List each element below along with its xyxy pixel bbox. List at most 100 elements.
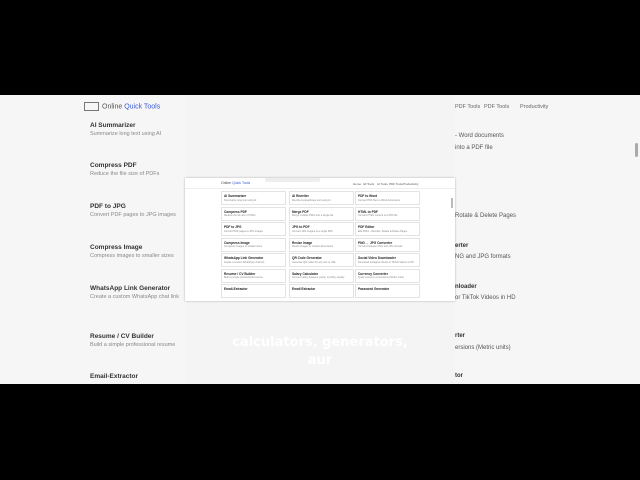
tool-card[interactable]: AI Summarizer Summarize long text using A…: [221, 191, 286, 205]
tool-card-desc: Convert HTML content to a PDF file: [358, 214, 398, 217]
background-nav-pdf-tools[interactable]: PDF Tools: [455, 104, 480, 110]
tool-card-title: WhatsApp Link Generator: [224, 256, 264, 260]
background-right-text: or TikTok Videos in HD: [455, 295, 516, 301]
tool-card-title: Currency Converter: [358, 271, 388, 276]
tool-card[interactable]: Merge PDF Merge multiple PDFs into a sing…: [289, 206, 354, 221]
tool-card-title: Compress PDF: [224, 209, 247, 214]
tool-card[interactable]: WhatsApp Link Generator Create a custom W…: [221, 253, 286, 267]
tool-card[interactable]: Social Video Downloader Download Instagra…: [355, 253, 420, 267]
background-tool-desc: Create a custom WhatsApp chat link: [90, 294, 179, 300]
background-right-text: NG and JPG formats: [455, 254, 511, 260]
tool-card-desc: Download Instagram Reels or TikTok Video…: [358, 260, 414, 264]
tool-card[interactable]: Compress Image Compress images to smaller…: [221, 237, 286, 252]
background-right-text: tor: [455, 373, 463, 379]
tool-card[interactable]: Email Extractor: [289, 284, 354, 298]
background-tool-item[interactable]: Compress Image Compress images to smaller…: [90, 244, 190, 259]
tool-card-title: Compress Image: [224, 240, 250, 245]
background-nav-productivity[interactable]: Productivity: [520, 104, 548, 110]
tool-card[interactable]: Resize Image Resize images to custom dime…: [289, 237, 354, 252]
tool-card[interactable]: PDF Editor Edit PDFs - Reorder, Rotate & …: [355, 222, 420, 236]
background-tool-title: PDF to JPG: [90, 203, 126, 210]
tool-card-title: Resize Image: [292, 240, 313, 245]
background-tool-item[interactable]: AI Summarizer Summarize long text using A…: [90, 122, 190, 137]
tool-card[interactable]: Currency Converter Quick currency convers…: [355, 268, 420, 283]
tool-card-desc: Convert PDF pages to JPG images: [224, 229, 264, 233]
background-right-text: nloader: [455, 284, 477, 290]
tool-card-title: AI Summarizer: [224, 194, 247, 198]
tool-card-title: Email Extractor: [292, 287, 316, 291]
background-scrollbar[interactable]: [635, 143, 638, 157]
background-right-text: Rotate & Delete Pages: [455, 213, 517, 219]
nav-ai-tools[interactable]: AI Tools: [377, 182, 388, 186]
tool-card-title: PDF to Word: [358, 194, 378, 198]
tool-card-desc: Compress images to smaller sizes: [224, 245, 263, 248]
tool-card-title: Merge PDF: [292, 209, 309, 214]
background-tool-item[interactable]: Compress PDF Reduce the file size of PDFs: [90, 162, 190, 177]
background-tool-desc: Summarize long text using AI: [90, 131, 162, 137]
tool-card-title: Salary Calculator: [292, 271, 319, 276]
background-right-text: - Word documents: [455, 133, 504, 139]
tool-card[interactable]: AI Rewriter Rewrite & paraphrase text usi…: [289, 191, 354, 205]
background-tool-title: WhatsApp Link Generator: [90, 285, 171, 292]
window-header: Online Quick Tools Home All Tools AI Too…: [185, 178, 455, 189]
tool-card[interactable]: PNG ↔ JPG Converter Convert between PNG a…: [355, 237, 420, 252]
background-tool-desc: Reduce the file size of PDFs: [90, 171, 160, 177]
background-tool-item[interactable]: PDF to JPG Convert PDF pages to JPG image…: [90, 203, 190, 218]
caption-line-1: calculators, generators,: [232, 335, 408, 350]
tool-card-desc: Quick currency conversions (Metric units…: [358, 276, 404, 279]
tool-card-title: Social Video Downloader: [358, 256, 397, 260]
window-scrollbar[interactable]: [451, 198, 453, 208]
background-tool-desc: Convert PDF pages to JPG images: [90, 212, 176, 218]
background-right-text: erter: [455, 243, 469, 249]
tool-card-title: PNG ↔ JPG Converter: [358, 240, 393, 245]
tool-card-desc: Summarize long text using AI: [224, 198, 257, 202]
background-tool-title: AI Summarizer: [90, 122, 136, 129]
caption-line-2: aur: [307, 353, 333, 368]
background-tool-title: Compress Image: [90, 244, 143, 251]
tool-card[interactable]: Salary Calculator Convert salary between …: [289, 268, 354, 283]
nav-pdf-tools[interactable]: PDF Tools: [389, 182, 403, 186]
tool-card-title: Password Generator: [358, 287, 390, 291]
tool-card[interactable]: QR Code Generator Generate QR codes for a…: [289, 253, 354, 267]
tool-card-title: Email-Extractor: [224, 287, 248, 291]
window-logo[interactable]: Online Quick Tools: [221, 181, 250, 185]
tool-card[interactable]: Compress PDF Reduce the file size of PDFs: [221, 206, 286, 221]
tool-card-desc: Reduce the file size of PDFs: [224, 214, 256, 217]
tool-card[interactable]: JPG to PDF Convert JPG images to a single…: [289, 222, 354, 236]
tool-card-title: JPG to PDF: [292, 225, 310, 229]
tool-card[interactable]: HTML to PDF Convert HTML content to a PDF…: [355, 206, 420, 221]
tool-card[interactable]: PDF to JPG Convert PDF pages to JPG image…: [221, 222, 286, 236]
tool-card-desc: Edit PDFs - Reorder, Rotate & Delete Pag…: [358, 229, 408, 233]
tool-card-title: HTML to PDF: [358, 209, 378, 214]
background-tool-item[interactable]: WhatsApp Link Generator Create a custom W…: [90, 285, 190, 300]
tool-card-desc: Convert salary between yearly, monthly, …: [292, 276, 345, 279]
tool-card-desc: Generate QR codes for any text or URL: [292, 260, 336, 264]
tool-card[interactable]: PDF to Word Convert PDF files to Word doc…: [355, 191, 420, 205]
background-right-text: into a PDF file: [455, 145, 493, 151]
background-nav-pdf-tools-2[interactable]: PDF Tools: [484, 104, 509, 110]
background-logo[interactable]: Online Quick Tools: [84, 102, 160, 111]
tool-card-desc: Build a simple professional resume: [224, 276, 263, 279]
tool-card-desc: Convert between PNG and JPG formats: [358, 245, 403, 248]
tool-card-desc: Convert JPG images to a single PDF: [292, 229, 333, 233]
tool-card[interactable]: Password Generator: [355, 284, 420, 298]
tool-card-desc: Create a custom WhatsApp chat link: [224, 260, 265, 264]
zoomed-out-tools-window: Online Quick Tools Home All Tools AI Too…: [185, 178, 455, 301]
tool-card-desc: Resize images to custom dimensions: [292, 245, 334, 248]
tool-card-desc: Convert PDF files to Word documents: [358, 198, 400, 202]
nav-home[interactable]: Home: [353, 182, 361, 186]
tool-card-title: PDF Editor: [358, 225, 375, 229]
tool-card[interactable]: Resume / CV Builder Build a simple profes…: [221, 268, 286, 283]
nav-all-tools[interactable]: All Tools: [363, 182, 374, 186]
tool-card[interactable]: Email-Extractor: [221, 284, 286, 298]
tool-card-title: QR Code Generator: [292, 256, 322, 260]
tool-card-title: PDF to JPG: [224, 225, 242, 229]
logo-icon: [84, 102, 99, 111]
tool-card-desc: Merge multiple PDFs into a single file: [292, 214, 334, 217]
tool-card-title: Resume / CV Builder: [224, 271, 256, 276]
background-tool-title: Email-Extractor: [90, 373, 139, 380]
background-tool-title: Compress PDF: [90, 162, 137, 169]
tool-card-desc: Rewrite & paraphrase text using AI: [292, 198, 331, 202]
background-tool-item[interactable]: Email-Extractor: [90, 373, 190, 382]
nav-productivity[interactable]: Productivity: [403, 182, 419, 186]
